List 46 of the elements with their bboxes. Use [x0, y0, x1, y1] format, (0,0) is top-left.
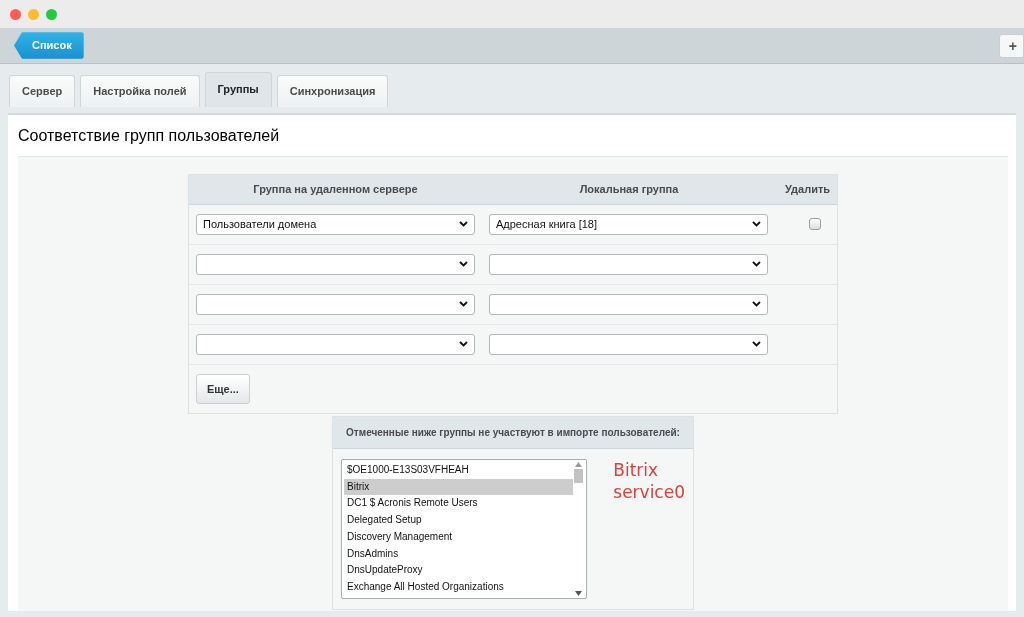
column-header: Удалить: [783, 181, 832, 197]
list-option[interactable]: Exchange All Hosted Organizations: [344, 578, 574, 596]
chevron-icon: [752, 301, 761, 307]
chevron-icon: [752, 221, 761, 227]
select-field[interactable]: Пользователи домена: [196, 213, 475, 235]
tab[interactable]: Настройка полей: [80, 75, 200, 107]
chevron-icon: [459, 341, 468, 347]
chevron-icon: [752, 341, 761, 347]
panel-heading: Отмеченные ниже группы не участвуют в импорте пользователей:: [333, 417, 693, 449]
scrollbar[interactable]: [573, 462, 585, 596]
scroll-thumb[interactable]: [574, 469, 584, 483]
select-field[interactable]: [196, 293, 475, 315]
list-option[interactable]: Discovery Management: [344, 528, 574, 546]
section-title: Соответствие групп пользователей: [17, 125, 281, 146]
tab[interactable]: Синхронизация: [276, 75, 389, 107]
select-field[interactable]: [489, 253, 768, 275]
chevron-icon: [459, 221, 468, 227]
list-option[interactable]: DnsUpdateProxy: [344, 562, 574, 579]
tab[interactable]: Группы: [204, 72, 272, 107]
list-option[interactable]: $OE1000-E13S03VFHEAH: [344, 462, 574, 479]
chevron-icon: [752, 261, 761, 267]
select-field[interactable]: [489, 293, 768, 315]
scroll-down-icon[interactable]: [575, 591, 583, 596]
chevron-icon: [459, 261, 468, 267]
list-option[interactable]: DC1 $ Acronis Remote Users: [344, 495, 574, 513]
annotation-text: Bitrix: [613, 459, 660, 481]
annotation-text: service0: [613, 481, 685, 503]
scroll-up-icon[interactable]: [575, 462, 583, 467]
select-field[interactable]: [196, 253, 475, 275]
list-option[interactable]: Bitrix: [344, 478, 574, 496]
list-option[interactable]: DnsAdmins: [344, 545, 574, 563]
column-header: Группа на удаленном сервере: [252, 181, 419, 197]
add-button[interactable]: +: [998, 33, 1024, 58]
zoom-dot[interactable]: [46, 8, 57, 20]
more-button[interactable]: Еще...: [196, 373, 250, 404]
select-field[interactable]: [489, 333, 768, 355]
group-listbox[interactable]: $OE1000-E13S03VFHEAH Bitrix DC1 $ Acronis Remote Users Delegated Setup Discovery Management DnsAdmins DnsUpdateProxy Exchange All Hosted Organizations: [341, 459, 588, 599]
list-option[interactable]: Delegated Setup: [344, 512, 574, 529]
delete-checkbox[interactable]: [808, 218, 821, 230]
select-field[interactable]: [196, 333, 475, 355]
minimize-dot[interactable]: [28, 8, 39, 20]
chevron-icon: [459, 301, 468, 307]
column-header: Локальная группа: [578, 181, 680, 197]
select-field[interactable]: Адресная книга [18]: [489, 213, 768, 235]
close-dot[interactable]: [10, 8, 21, 20]
tab[interactable]: Сервер: [9, 75, 76, 107]
